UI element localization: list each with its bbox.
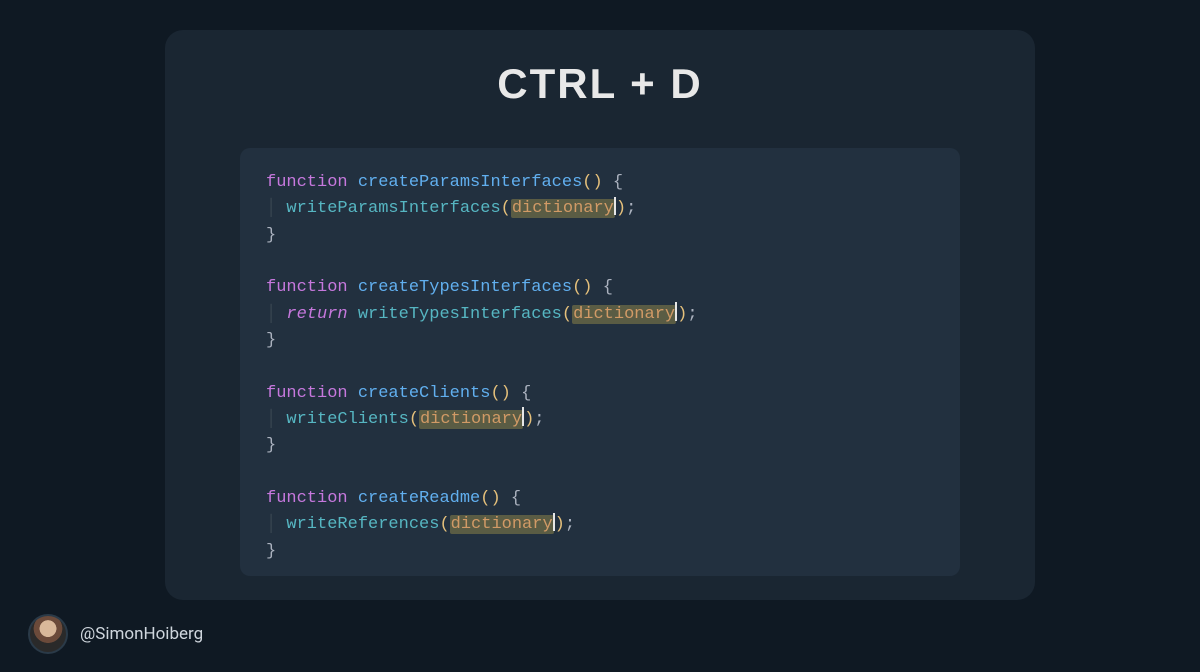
author-handle: @SimonHoiberg — [80, 624, 203, 644]
author-footer: @SimonHoiberg — [28, 614, 203, 654]
avatar — [28, 614, 68, 654]
code-editor-panel[interactable]: function createParamsInterfaces() { │ wr… — [240, 148, 960, 576]
code-block[interactable]: function createParamsInterfaces() { │ wr… — [266, 170, 934, 565]
page-title: CTRL + D — [0, 60, 1200, 108]
